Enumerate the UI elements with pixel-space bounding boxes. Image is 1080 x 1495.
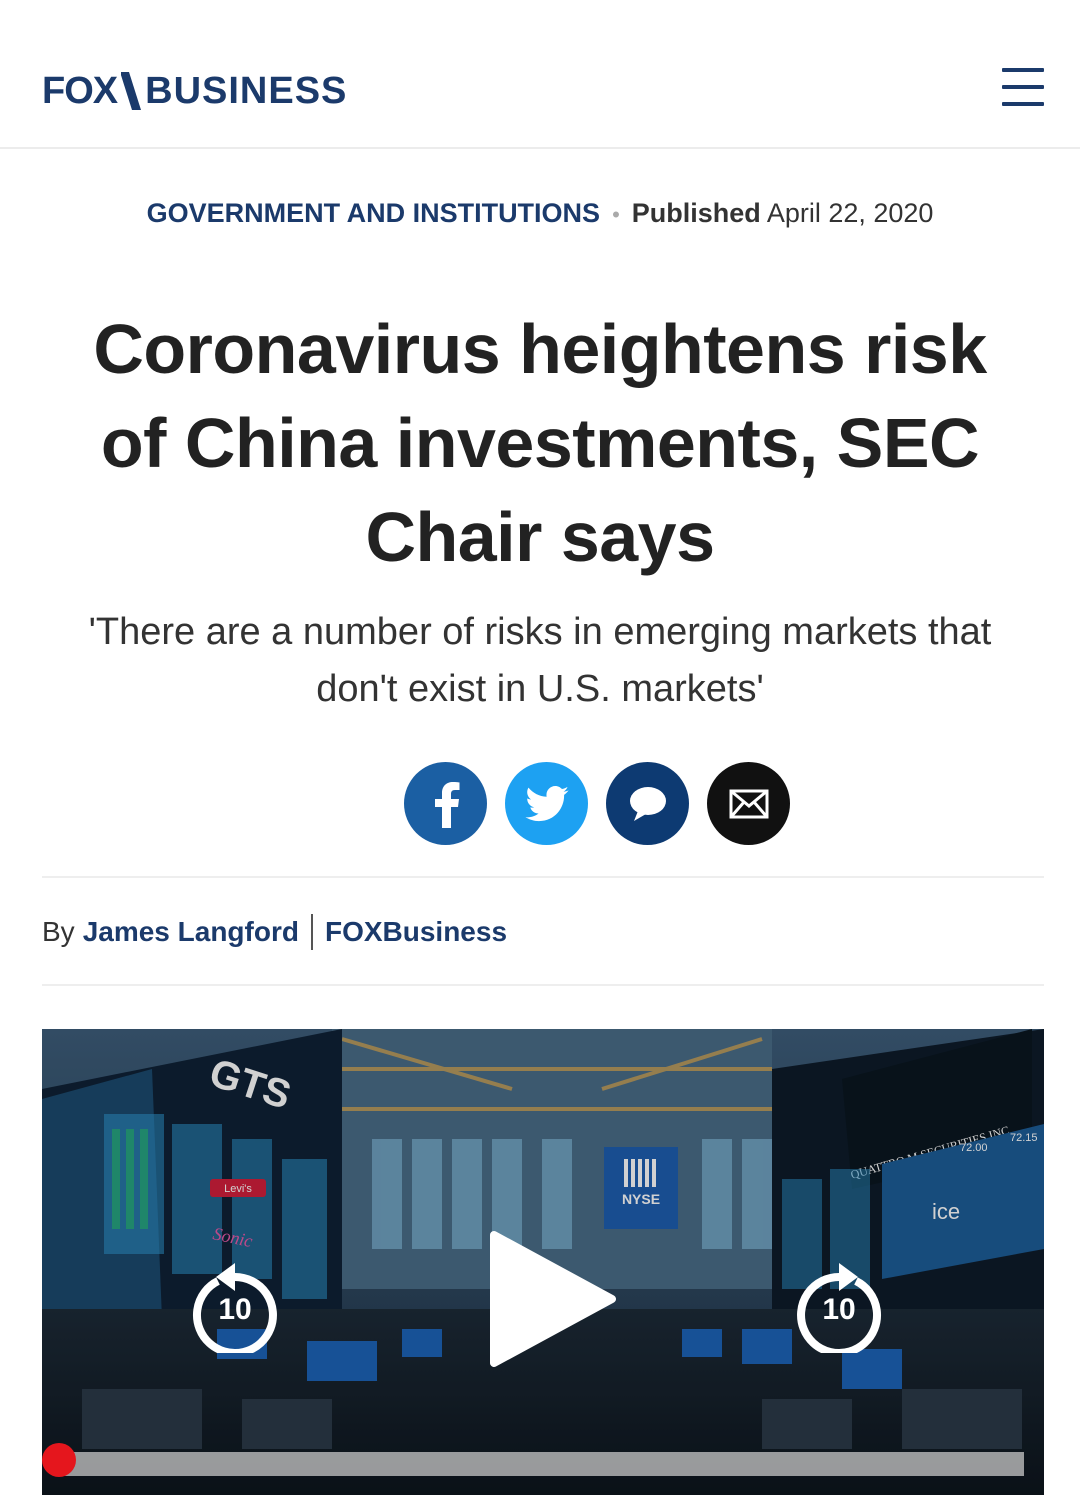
category-link[interactable]: GOVERNMENT AND INSTITUTIONS <box>147 198 601 228</box>
video-player[interactable]: NYSE GTS Levi's Sonic QUATTRO M SECURITI… <box>42 1029 1044 1495</box>
meta-separator: • <box>612 202 620 227</box>
logo-slash-mark <box>121 72 142 110</box>
author-link[interactable]: James Langford <box>83 914 299 950</box>
email-icon <box>729 789 768 818</box>
byline-separator <box>310 914 313 950</box>
video-progress-knob[interactable] <box>42 1443 76 1477</box>
site-header: FOX BUSINESS <box>0 0 1080 149</box>
logo-business-text: BUSINESS <box>145 70 348 112</box>
skip-back-10-button[interactable]: 10 <box>190 1257 280 1357</box>
email-share-button[interactable] <box>707 762 790 845</box>
twitter-icon <box>524 785 569 821</box>
hamburger-menu-icon[interactable] <box>1002 68 1044 108</box>
divider <box>42 984 1044 986</box>
facebook-icon <box>434 781 459 828</box>
skip-forward-10-button[interactable]: 10 <box>794 1257 884 1357</box>
divider <box>42 876 1044 878</box>
video-progress-bar[interactable] <box>58 1452 1024 1476</box>
logo-fox-text: FOX <box>42 70 118 112</box>
article-meta: GOVERNMENT AND INSTITUTIONS • Published Ap… <box>0 196 1080 232</box>
share-buttons <box>404 762 790 845</box>
skip-back-label: 10 <box>218 1293 252 1326</box>
comment-share-button[interactable] <box>606 762 689 845</box>
comment-icon <box>629 786 666 821</box>
skip-forward-label: 10 <box>822 1293 856 1326</box>
article-subhead: 'There are a number of risks in emerging… <box>88 611 992 710</box>
fox-business-logo[interactable]: FOX BUSINESS <box>42 66 347 110</box>
published-date: April 22, 2020 <box>766 198 934 228</box>
byline: By James Langford FOXBusiness <box>42 914 507 950</box>
article-headline: Coronavirus heightens risk of China inve… <box>93 310 987 576</box>
play-icon <box>490 1231 616 1367</box>
published-label: Published <box>631 198 761 228</box>
twitter-share-button[interactable] <box>505 762 588 845</box>
byline-prefix: By <box>42 916 75 947</box>
outlet-link[interactable]: FOXBusiness <box>325 914 507 950</box>
play-button[interactable] <box>488 1229 618 1369</box>
facebook-share-button[interactable] <box>404 762 487 845</box>
